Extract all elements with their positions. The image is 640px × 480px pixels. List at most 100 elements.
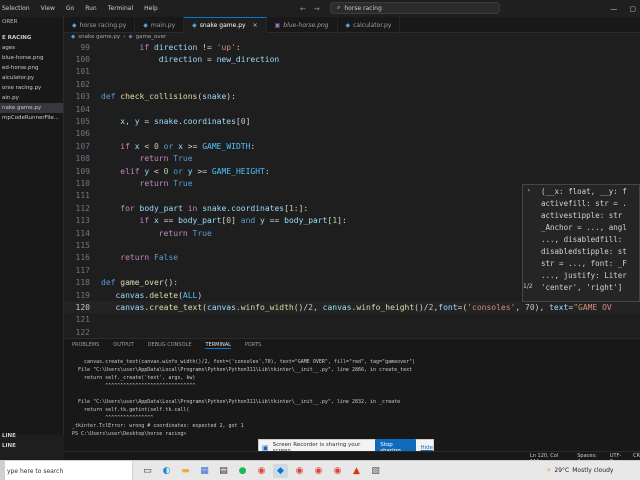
outline-section[interactable]: LINE — [0, 431, 64, 441]
panel-tab-output[interactable]: OUTPUT — [113, 342, 133, 348]
code-line[interactable]: 120 canvas.create_text(canvas.winfo_widt… — [64, 301, 640, 314]
code-line[interactable]: 101 — [64, 66, 640, 78]
minimize-icon[interactable]: — — [610, 5, 617, 13]
project-folder[interactable]: E RACING — [0, 33, 63, 43]
back-arrow-icon[interactable]: ← — [300, 5, 306, 13]
maximize-icon[interactable]: ▢ — [629, 5, 636, 13]
hide-link[interactable]: Hide — [420, 445, 433, 451]
tab-label: horse racing.py — [79, 21, 127, 29]
store-icon[interactable]: ▦ — [197, 464, 212, 478]
terminal-line: _tkinter.TclError: wrong # coordinates: … — [72, 423, 244, 429]
breadcrumb-file[interactable]: snake game.py — [78, 34, 120, 40]
paint-icon[interactable]: ▲ — [349, 464, 364, 478]
panel-tab-ports[interactable]: PORTS — [245, 342, 261, 348]
code-line[interactable]: 103 def check_collisions(snake): — [64, 91, 640, 103]
code-token: create_text — [149, 302, 203, 312]
sidebar-file-item[interactable]: ed-horse.png — [0, 63, 63, 73]
code-line[interactable]: 104 — [64, 103, 640, 115]
close-icon[interactable]: × — [253, 22, 258, 29]
sidebar-file-item[interactable]: nake game.py — [0, 103, 63, 113]
code-token: body_part — [139, 203, 183, 213]
code-line[interactable]: 102 — [64, 78, 640, 90]
code-line[interactable]: 108 return True — [64, 153, 640, 165]
tab-main-py[interactable]: ◆ main.py — [135, 17, 185, 33]
hover-line: (__x: float, __y: f — [541, 186, 627, 196]
menu-view[interactable]: View — [41, 5, 55, 12]
menu-go[interactable]: Go — [66, 5, 74, 12]
code-token: (): — [163, 278, 179, 288]
title-bar: Selection View Go Run Terminal Help ← → … — [0, 0, 640, 17]
code-line[interactable]: 100 direction = new_direction — [64, 53, 640, 65]
panel-tab-debug-console[interactable]: DEBUG CONSOLE — [148, 342, 192, 348]
terminal-line: File "C:\Users\user\AppData\Local\Progra… — [72, 399, 401, 405]
chrome-icon-4[interactable]: ◉ — [330, 464, 345, 478]
code-text: for body_part in snake.coordinates[1:]: — [101, 204, 308, 213]
sidebar-file-item[interactable]: ain.py — [0, 93, 63, 103]
menu-terminal[interactable]: Terminal — [108, 5, 133, 12]
terminal-output[interactable]: canvas.create_text(canvas.winfo_width()/… — [72, 359, 415, 439]
panel-tab-problems[interactable]: PROBLEMS — [72, 342, 99, 348]
vscode-icon[interactable]: ◆ — [273, 464, 288, 478]
file-explorer-icon[interactable]: ▬ — [178, 464, 193, 478]
line-number: 110 — [75, 178, 90, 188]
tab-blue-horse-png[interactable]: ▣ blue-horse.png — [267, 17, 338, 33]
notepad-icon[interactable]: ▧ — [368, 464, 383, 478]
sidebar-file-item[interactable]: alculator.py — [0, 73, 63, 83]
sidebar-file-item[interactable]: blue-horse.png — [0, 53, 63, 63]
chrome-icon[interactable]: ◉ — [254, 464, 269, 478]
command-center-search[interactable]: ⌕ horse racing — [330, 2, 500, 14]
code-text: if x < 0 or x >= GAME_WIDTH: — [101, 142, 255, 151]
code-token: "GAME OV — [573, 302, 612, 312]
code-token: ) — [197, 290, 203, 300]
tab-label: blue-horse.png — [283, 21, 329, 29]
code-line[interactable]: 121 — [64, 314, 640, 326]
breadcrumb-symbol[interactable]: game_over — [136, 34, 167, 40]
hover-line: activestipple: str — [541, 210, 623, 220]
terminal-line: PS C:\Users\user\Desktop\horse racing> — [72, 431, 187, 437]
line-number: 104 — [75, 104, 90, 114]
file-list: ages blue-horse.png ed-horse.png alculator.… — [0, 43, 63, 123]
tab-calculator-py[interactable]: ◆ calculator.py — [338, 17, 401, 33]
code-line[interactable]: 105 x, y = snake.coordinates[0] — [64, 115, 640, 127]
code-token: = — [139, 116, 155, 126]
menu-help[interactable]: Help — [144, 5, 158, 12]
tab-horse-racing-py[interactable]: ◆ horse racing.py — [64, 17, 136, 33]
sidebar-file-item[interactable]: orse racing.py — [0, 83, 63, 93]
code-line[interactable]: 99 if direction != 'up': — [64, 41, 640, 53]
line-number: 99 — [80, 42, 90, 52]
code-token: ] — [245, 116, 251, 126]
code-line[interactable]: 106 — [64, 128, 640, 140]
code-token: 70 — [525, 302, 535, 312]
sidebar-file-item[interactable]: ages — [0, 43, 63, 53]
weather-widget[interactable]: ☀ 29°C Mostly cloudy — [546, 467, 613, 474]
code-line[interactable]: 109 elif y < 0 or y >= GAME_HEIGHT: — [64, 165, 640, 177]
code-token: canvas — [207, 302, 236, 312]
menu-run[interactable]: Run — [85, 5, 97, 12]
tab-snake-game-py[interactable]: ◆ snake game.py × — [184, 17, 267, 33]
code-token: return — [120, 253, 150, 263]
taskbar-search[interactable]: ype here to search — [5, 461, 133, 480]
line-number: 101 — [75, 67, 90, 77]
code-token: canvas — [115, 290, 145, 300]
code-line[interactable]: 122 — [64, 326, 640, 338]
spotify-icon[interactable]: ● — [235, 464, 250, 478]
code-line[interactable]: 107 if x < 0 or x >= GAME_WIDTH: — [64, 140, 640, 152]
panel-tab-terminal[interactable]: TERMINAL — [205, 342, 231, 349]
edge-icon[interactable]: ◐ — [159, 464, 174, 478]
task-view-icon[interactable]: ▭ — [140, 464, 155, 478]
code-token: GAME_WIDTH — [202, 141, 251, 151]
tab-label: calculator.py — [353, 21, 392, 29]
forward-arrow-icon[interactable]: → — [314, 5, 320, 13]
chrome-icon-3[interactable]: ◉ — [311, 464, 326, 478]
sidebar-file-item[interactable]: mpCodeRunnerFile... — [0, 113, 63, 123]
code-token: return — [139, 178, 169, 188]
chrome-icon-2[interactable]: ◉ — [292, 464, 307, 478]
timeline-section[interactable]: LINE — [0, 441, 64, 451]
media-player-icon[interactable]: ▤ — [216, 464, 231, 478]
menu-selection[interactable]: Selection — [2, 5, 30, 12]
chevron-up-icon[interactable]: ‹ — [527, 187, 531, 194]
